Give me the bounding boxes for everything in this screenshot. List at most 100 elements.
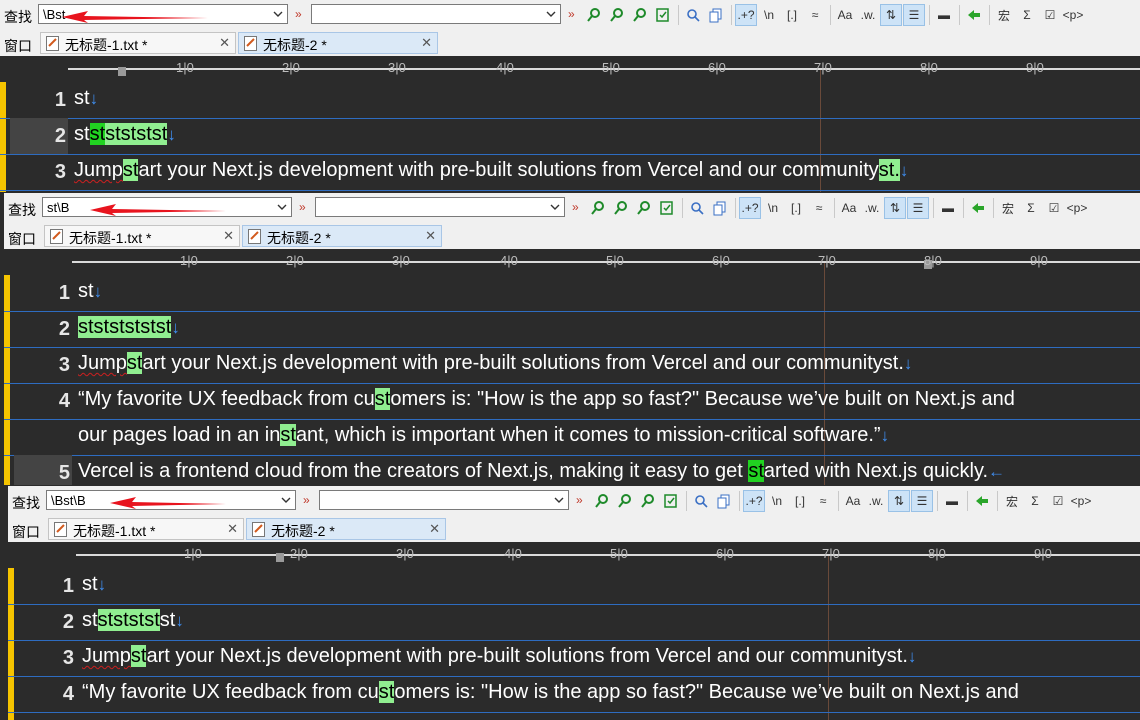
tab-untitled-1[interactable]: 无标题-1.txt * ✕ (40, 32, 236, 54)
brackets-toggle[interactable]: [.] (785, 197, 807, 219)
editor-area[interactable]: 1|0 2|0 3|0 4|0 5|0 6|0 7|0 8|0 9|0 1 st… (4, 249, 1140, 485)
sigma-button[interactable]: Σ (1024, 490, 1046, 512)
close-icon[interactable]: ✕ (227, 521, 238, 537)
tab-untitled-1[interactable]: 无标题-1.txt * ✕ (48, 518, 244, 540)
brackets-toggle[interactable]: [.] (781, 4, 803, 26)
tab-untitled-2[interactable]: 无标题-2 * ✕ (246, 518, 446, 540)
list-icon[interactable]: ☰ (907, 197, 929, 219)
toolbar-divider (739, 491, 740, 511)
double-chevron-icon[interactable]: » (576, 493, 583, 507)
fuzzy-icon[interactable]: ≈ (808, 197, 830, 219)
tab-bar: 窗口 无标题-1.txt * ✕ 无标题-2 * ✕ (8, 516, 1140, 543)
checklist-icon[interactable]: ☑ (1043, 197, 1065, 219)
whole-word-toggle[interactable]: .w. (857, 4, 879, 26)
editor-area[interactable]: 1|0 2|0 3|0 4|0 5|0 6|0 7|0 8|0 9|0 1 st… (0, 56, 1140, 192)
brackets-toggle[interactable]: [.] (789, 490, 811, 512)
copy-icon[interactable] (709, 197, 731, 219)
mark-all-icon[interactable] (652, 4, 674, 26)
chevron-down-icon[interactable] (272, 7, 284, 21)
case-toggle[interactable]: Aa (838, 197, 860, 219)
double-chevron-icon[interactable]: » (303, 493, 310, 507)
fuzzy-icon[interactable]: ≈ (812, 490, 834, 512)
back-arrow-icon[interactable] (971, 490, 993, 512)
copy-icon[interactable] (705, 4, 727, 26)
search-icon[interactable] (682, 4, 704, 26)
find-next-icon[interactable] (583, 4, 605, 26)
double-chevron-icon[interactable]: » (299, 200, 306, 214)
regex-toggle[interactable]: .+? (743, 490, 765, 512)
sort-icon[interactable]: ⇅ (888, 490, 910, 512)
find-prev-icon[interactable] (610, 197, 632, 219)
replace-input[interactable] (319, 490, 569, 510)
regex-toggle[interactable]: .+? (739, 197, 761, 219)
ruler-number: 1|0 (176, 60, 194, 75)
list-icon[interactable]: ☰ (911, 490, 933, 512)
editor-area[interactable]: 1|0 2|0 3|0 4|0 5|0 6|0 7|0 8|0 9|0 1 st… (8, 542, 1140, 720)
paragraph-button[interactable]: <p> (1070, 490, 1092, 512)
replace-input[interactable] (311, 4, 561, 24)
tab-untitled-1[interactable]: 无标题-1.txt * ✕ (44, 225, 240, 247)
tab-untitled-2[interactable]: 无标题-2 * ✕ (238, 32, 438, 54)
find-next-icon[interactable] (591, 490, 613, 512)
find-label: 查找 (8, 202, 36, 218)
sort-icon[interactable]: ⇅ (884, 197, 906, 219)
checklist-icon[interactable]: ☑ (1039, 4, 1061, 26)
document-icon (50, 229, 63, 244)
window-icon[interactable]: ▬ (933, 4, 955, 26)
chevron-down-icon[interactable] (553, 493, 565, 507)
find-all-icon[interactable] (633, 197, 655, 219)
toolbar-divider (686, 491, 687, 511)
whole-word-toggle[interactable]: .w. (861, 197, 883, 219)
close-icon[interactable]: ✕ (425, 228, 436, 244)
editor-line: 2 stststststst↓ (8, 604, 1140, 641)
ruler-number: 4|0 (504, 546, 522, 561)
back-arrow-icon[interactable] (967, 197, 989, 219)
close-icon[interactable]: ✕ (219, 35, 230, 51)
macro-button[interactable]: 宏 (993, 4, 1015, 26)
chevron-down-icon[interactable] (280, 493, 292, 507)
paragraph-button[interactable]: <p> (1066, 197, 1088, 219)
case-toggle[interactable]: Aa (834, 4, 856, 26)
mark-all-icon[interactable] (656, 197, 678, 219)
macro-button[interactable]: 宏 (1001, 490, 1023, 512)
paragraph-button[interactable]: <p> (1062, 4, 1084, 26)
find-all-icon[interactable] (629, 4, 651, 26)
copy-icon[interactable] (713, 490, 735, 512)
fuzzy-icon[interactable]: ≈ (804, 4, 826, 26)
find-prev-icon[interactable] (614, 490, 636, 512)
regex-toggle[interactable]: .+? (735, 4, 757, 26)
chevron-down-icon[interactable] (545, 7, 557, 21)
window-label: 窗口 (12, 524, 40, 540)
newline-toggle[interactable]: \n (766, 490, 788, 512)
tab-untitled-2[interactable]: 无标题-2 * ✕ (242, 225, 442, 247)
close-icon[interactable]: ✕ (421, 35, 432, 51)
case-toggle[interactable]: Aa (842, 490, 864, 512)
chevron-down-icon[interactable] (276, 200, 288, 214)
window-icon[interactable]: ▬ (941, 490, 963, 512)
find-next-icon[interactable] (587, 197, 609, 219)
search-icon[interactable] (690, 490, 712, 512)
chevron-down-icon[interactable] (549, 200, 561, 214)
sigma-button[interactable]: Σ (1016, 4, 1038, 26)
double-chevron-icon[interactable]: » (295, 7, 302, 21)
back-arrow-icon[interactable] (963, 4, 985, 26)
find-prev-icon[interactable] (606, 4, 628, 26)
newline-toggle[interactable]: \n (762, 197, 784, 219)
find-all-icon[interactable] (637, 490, 659, 512)
newline-toggle[interactable]: \n (758, 4, 780, 26)
whole-word-toggle[interactable]: .w. (865, 490, 887, 512)
line-number: 2 (58, 318, 70, 340)
window-icon[interactable]: ▬ (937, 197, 959, 219)
mark-all-icon[interactable] (660, 490, 682, 512)
sort-icon[interactable]: ⇅ (880, 4, 902, 26)
sigma-button[interactable]: Σ (1020, 197, 1042, 219)
double-chevron-icon[interactable]: » (568, 7, 575, 21)
double-chevron-icon[interactable]: » (572, 200, 579, 214)
list-icon[interactable]: ☰ (903, 4, 925, 26)
close-icon[interactable]: ✕ (223, 228, 234, 244)
search-icon[interactable] (686, 197, 708, 219)
macro-button[interactable]: 宏 (997, 197, 1019, 219)
replace-input[interactable] (315, 197, 565, 217)
checklist-icon[interactable]: ☑ (1047, 490, 1069, 512)
close-icon[interactable]: ✕ (429, 521, 440, 537)
